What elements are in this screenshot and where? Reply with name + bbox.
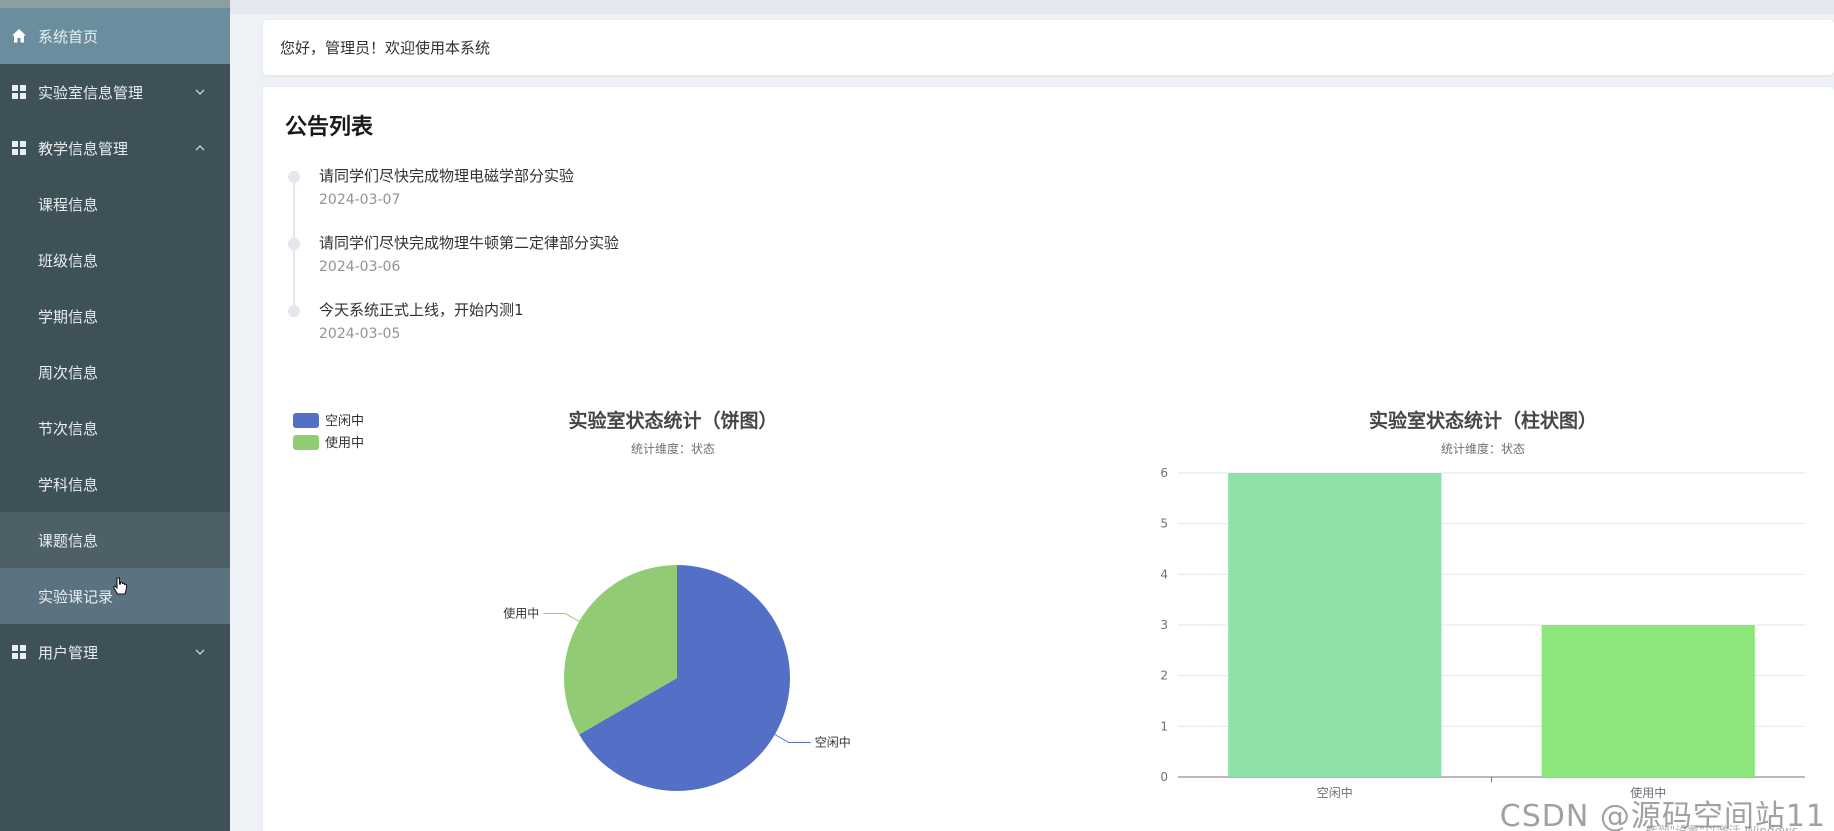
bar-y-tick-label: 6 (1160, 466, 1168, 480)
sidebar-item-label: 用户管理 (38, 643, 99, 662)
sidebar-item-4[interactable]: 班级信息 (0, 232, 230, 288)
welcome-text: 您好，管理员！欢迎使用本系统 (280, 39, 491, 57)
bar-chart-subtitle: 统计维度：状态 (1441, 441, 1525, 456)
bar-y-tick-label: 0 (1160, 770, 1168, 784)
pie-legend-swatch (293, 413, 319, 428)
sidebar-item-6[interactable]: 周次信息 (0, 344, 230, 400)
top-bar (230, 0, 1834, 14)
sidebar-top-strip (0, 0, 230, 8)
sidebar-item-label: 节次信息 (38, 419, 99, 438)
bar-0 (1228, 473, 1442, 777)
pie-slice-label: 使用中 (503, 606, 539, 621)
bar-x-tick-label: 空闲中 (1317, 785, 1353, 800)
grid-icon (10, 139, 28, 157)
charts-area: 实验室状态统计（饼图）统计维度：状态空闲中使用中空闲中使用中实验室状态统计（柱状… (293, 409, 1805, 800)
bar-y-tick-label: 4 (1160, 567, 1168, 581)
sidebar: 系统首页实验室信息管理 教学信息管理 课程信息班级信息学期信息周次信息节次信息学科信… (0, 0, 230, 831)
pie-chart-subtitle: 统计维度：状态 (631, 441, 715, 456)
sidebar-item-8[interactable]: 学科信息 (0, 456, 230, 512)
grid-icon (10, 643, 28, 661)
sidebar-item-label: 学科信息 (38, 475, 99, 494)
pie-label-line (774, 734, 811, 743)
sidebar-item-label: 实验室信息管理 (38, 83, 144, 102)
sidebar-item-1[interactable]: 实验室信息管理 (0, 64, 230, 120)
chevron-up-icon (195, 145, 205, 151)
bar-chart-title: 实验室状态统计（柱状图） (1369, 409, 1597, 432)
bar-y-tick-label: 1 (1160, 719, 1168, 733)
sidebar-item-5[interactable]: 学期信息 (0, 288, 230, 344)
bar-y-tick-label: 2 (1160, 669, 1168, 683)
bar-1 (1541, 625, 1755, 777)
sidebar-item-label: 周次信息 (38, 363, 99, 382)
sidebar-item-3[interactable]: 课程信息 (0, 176, 230, 232)
sidebar-item-10[interactable]: 实验课记录 (0, 568, 230, 624)
sidebar-item-7[interactable]: 节次信息 (0, 400, 230, 456)
pie-slice-label: 空闲中 (815, 735, 851, 750)
pie-chart-title: 实验室状态统计（饼图） (568, 409, 777, 432)
welcome-banner: 您好，管理员！欢迎使用本系统 (263, 20, 1834, 75)
sidebar-item-2[interactable]: 教学信息管理 (0, 120, 230, 176)
pie-label-line (543, 613, 580, 622)
pie-legend-label: 空闲中 (325, 414, 364, 429)
sidebar-item-11[interactable]: 用户管理 (0, 624, 230, 680)
sidebar-menu: 系统首页实验室信息管理 教学信息管理 课程信息班级信息学期信息周次信息节次信息学科信… (0, 8, 230, 680)
bar-y-tick-label: 3 (1160, 618, 1168, 632)
home-icon (10, 27, 28, 45)
chevron-down-icon (195, 649, 205, 655)
sidebar-item-label: 课程信息 (38, 195, 99, 214)
chevron-down-icon (195, 89, 205, 95)
pie-legend-swatch (293, 435, 319, 450)
bar-y-tick-label: 5 (1160, 517, 1168, 531)
hand-cursor-icon (112, 577, 127, 595)
sidebar-item-label: 系统首页 (38, 27, 99, 46)
sidebar-item-label: 实验课记录 (38, 587, 114, 606)
dashboard-card: 公告列表 请同学们尽快完成物理电磁学部分实验 2024-03-07 请同学们尽快完成… (263, 87, 1834, 831)
sidebar-item-0[interactable]: 系统首页 (0, 8, 230, 64)
sidebar-item-label: 学期信息 (38, 307, 99, 326)
sidebar-item-9[interactable]: 课题信息 (0, 512, 230, 568)
main-content: 您好，管理员！欢迎使用本系统 公告列表 请同学们尽快完成物理电磁学部分实验 202… (230, 0, 1834, 831)
csdn-watermark: CSDN @源码空间站11 (1499, 799, 1826, 831)
grid-icon (10, 83, 28, 101)
sidebar-item-label: 课题信息 (38, 531, 99, 550)
sidebar-item-label: 教学信息管理 (38, 139, 129, 158)
sidebar-item-label: 班级信息 (38, 251, 99, 270)
pie-legend-label: 使用中 (325, 435, 364, 451)
